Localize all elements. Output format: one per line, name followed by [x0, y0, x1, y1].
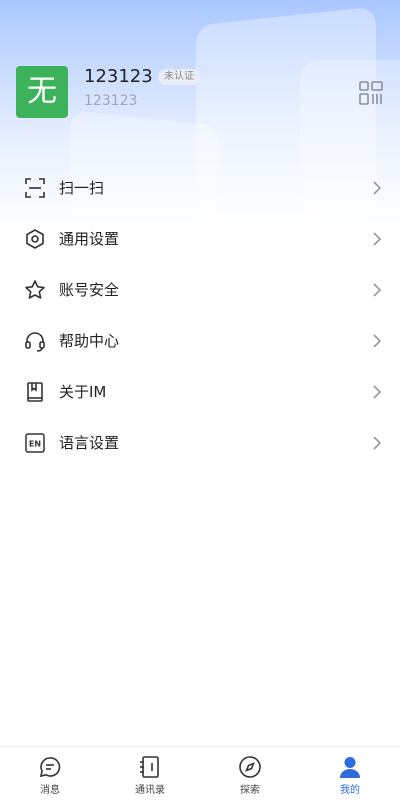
tab-label: 探索	[240, 785, 260, 796]
bottom-tab-bar: 消息 通讯录 探索 我的	[0, 746, 400, 800]
contacts-icon	[140, 756, 159, 778]
headset-icon	[25, 332, 45, 352]
settings-menu: 扫一扫 通用设置 账号安全 帮助中心 关于IM EN 语言设置	[0, 163, 400, 469]
user-id: 123123	[84, 93, 138, 109]
tab-contacts[interactable]: 通讯录	[100, 747, 200, 800]
chat-icon	[39, 757, 61, 778]
menu-item-account-security[interactable]: 账号安全	[0, 265, 400, 316]
chevron-right-icon	[373, 232, 382, 246]
menu-item-general-settings[interactable]: 通用设置	[0, 214, 400, 265]
chevron-right-icon	[373, 283, 382, 297]
hexagon-settings-icon	[26, 229, 44, 249]
menu-item-label: 账号安全	[59, 281, 120, 299]
svg-text:EN: EN	[29, 440, 41, 449]
person-icon	[340, 757, 360, 778]
tab-explore[interactable]: 探索	[200, 747, 300, 800]
star-icon	[25, 280, 45, 299]
tab-messages[interactable]: 消息	[0, 747, 100, 800]
menu-item-label: 语言设置	[59, 434, 120, 452]
menu-item-label: 关于IM	[59, 383, 107, 401]
menu-item-label: 帮助中心	[59, 332, 120, 350]
menu-item-label: 扫一扫	[59, 179, 105, 197]
chevron-right-icon	[373, 385, 382, 399]
tab-label: 消息	[40, 785, 60, 796]
book-icon	[27, 382, 43, 402]
chevron-right-icon	[373, 181, 382, 195]
menu-item-label: 通用设置	[59, 230, 120, 248]
scan-icon	[25, 178, 45, 198]
verification-badge: 未认证	[158, 69, 200, 85]
chevron-right-icon	[373, 436, 382, 450]
user-name: 123123	[84, 66, 153, 87]
qr-code-icon	[359, 81, 383, 105]
menu-item-help-center[interactable]: 帮助中心	[0, 316, 400, 367]
compass-icon	[239, 756, 261, 778]
tab-me[interactable]: 我的	[300, 747, 400, 800]
avatar[interactable]: 无	[16, 66, 68, 118]
menu-item-language-settings[interactable]: EN 语言设置	[0, 418, 400, 469]
qr-code-button[interactable]	[358, 80, 384, 106]
chevron-right-icon	[373, 334, 382, 348]
language-en-icon: EN	[25, 433, 45, 453]
profile-header[interactable]: 无 123123 未认证 123123	[16, 66, 384, 118]
tab-label: 通讯录	[135, 785, 165, 796]
tab-label: 我的	[340, 785, 360, 796]
menu-item-about[interactable]: 关于IM	[0, 367, 400, 418]
menu-item-scan[interactable]: 扫一扫	[0, 163, 400, 214]
